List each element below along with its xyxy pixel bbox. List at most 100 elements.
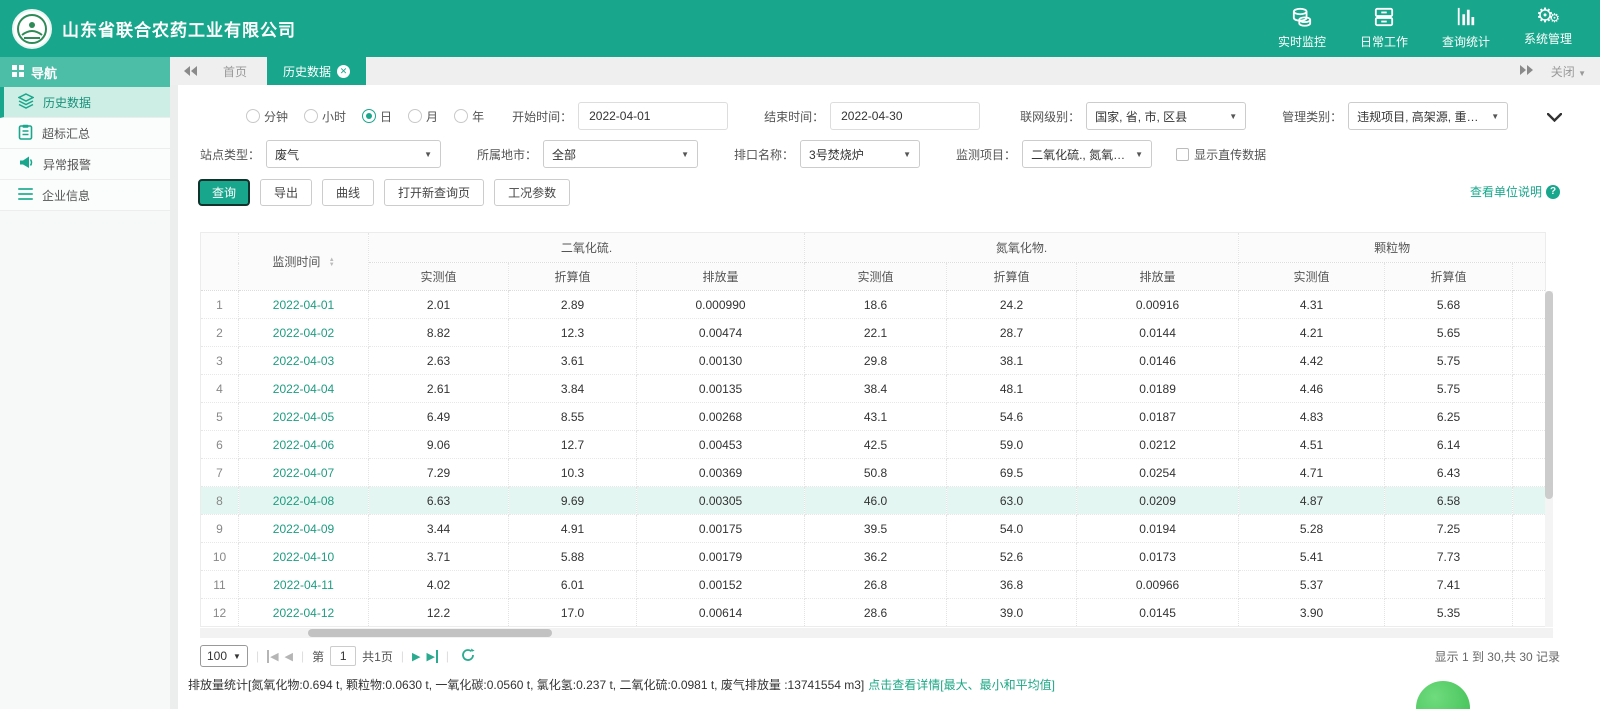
query-button[interactable]: 查询 xyxy=(198,179,250,206)
date-link[interactable]: 2022-04-04 xyxy=(273,382,334,396)
page-number-input[interactable] xyxy=(330,646,356,666)
collapse-filters-icon[interactable] xyxy=(1547,111,1562,125)
date-link[interactable]: 2022-04-09 xyxy=(273,522,334,536)
site-type-select[interactable]: 废气 ▼ xyxy=(266,140,441,168)
page-prefix: 第 xyxy=(312,648,324,665)
radio-minute-label: 分钟 xyxy=(264,108,288,125)
sidebar-item-abnormal-alarm[interactable]: 异常报警 xyxy=(0,149,170,180)
vertical-scrollbar-thumb[interactable] xyxy=(1545,291,1553,499)
date-link[interactable]: 2022-04-07 xyxy=(273,466,334,480)
nox-measured-cell: 18.6 xyxy=(805,291,947,319)
outlet-name-select[interactable]: 3号焚烧炉 ▼ xyxy=(800,140,920,168)
date-link[interactable]: 2022-04-05 xyxy=(273,410,334,424)
col-nox-converted: 折算值 xyxy=(947,263,1077,291)
tabs-scroll-left-icon[interactable] xyxy=(178,66,203,76)
caret-down-icon: ▼ xyxy=(1491,112,1499,121)
vertical-scrollbar[interactable] xyxy=(1545,291,1553,627)
table-row[interactable]: 2 2022-04-02 8.82 12.3 0.00474 22.1 28.7… xyxy=(201,319,1546,347)
manage-type-select[interactable]: 违规项目, 高架源, 重点排... ▼ xyxy=(1348,102,1508,130)
monitor-items-select[interactable]: 二氧化硫., 氮氧化物., 颗粒 ▼ xyxy=(1022,140,1152,168)
table-row[interactable]: 9 2022-04-09 3.44 4.91 0.00175 39.5 54.0… xyxy=(201,515,1546,543)
cut-off-cell xyxy=(1513,403,1546,431)
sidebar-item-exceed-summary[interactable]: 超标汇总 xyxy=(0,118,170,149)
table-row[interactable]: 7 2022-04-07 7.29 10.3 0.00369 50.8 69.5… xyxy=(201,459,1546,487)
next-page-icon[interactable]: ▶ xyxy=(412,650,420,663)
end-date-input[interactable] xyxy=(830,102,980,130)
nav-realtime-monitor[interactable]: 实时监控 xyxy=(1278,7,1326,50)
nox-emission-cell: 0.0173 xyxy=(1077,543,1239,571)
nav-query-stats[interactable]: 查询统计 xyxy=(1442,7,1490,50)
close-tabs-menu[interactable]: 关闭 ▼ xyxy=(1551,63,1586,80)
city-select[interactable]: 全部 ▼ xyxy=(543,140,698,168)
nav-system-manage[interactable]: ⚙⚙ 系统管理 xyxy=(1524,7,1572,50)
radio-year[interactable]: 年 xyxy=(454,108,484,125)
open-new-query-page-button[interactable]: 打开新查询页 xyxy=(384,179,484,206)
radio-day[interactable]: 日 xyxy=(362,108,392,125)
row-number: 7 xyxy=(201,459,239,487)
table-row[interactable]: 8 2022-04-08 6.63 9.69 0.00305 46.0 63.0… xyxy=(201,487,1546,515)
tabs-scroll-right-icon[interactable] xyxy=(1520,64,1533,78)
database-icon xyxy=(1291,7,1313,30)
radio-month[interactable]: 月 xyxy=(408,108,438,125)
table-row[interactable]: 4 2022-04-04 2.61 3.84 0.00135 38.4 48.1… xyxy=(201,375,1546,403)
nox-emission-cell: 0.00966 xyxy=(1077,571,1239,599)
so2-converted-cell: 9.69 xyxy=(509,487,637,515)
pm-converted-cell: 7.73 xyxy=(1385,543,1513,571)
horizontal-scrollbar-thumb[interactable] xyxy=(308,629,552,637)
radio-minute[interactable]: 分钟 xyxy=(246,108,288,125)
sidebar-item-history-data[interactable]: 历史数据 xyxy=(0,87,170,118)
tab-close-icon[interactable]: ✕ xyxy=(337,65,350,78)
start-date-input[interactable] xyxy=(578,102,728,130)
row-number: 10 xyxy=(201,543,239,571)
so2-emission-cell: 0.00369 xyxy=(637,459,805,487)
curve-button[interactable]: 曲线 xyxy=(322,179,374,206)
start-time-label: 开始时间： xyxy=(512,108,572,125)
date-link[interactable]: 2022-04-12 xyxy=(273,606,334,620)
date-link[interactable]: 2022-04-06 xyxy=(273,438,334,452)
export-button[interactable]: 导出 xyxy=(260,179,312,206)
col-monitor-time[interactable]: 监测时间 ▲▼ xyxy=(239,233,369,291)
tab-history-data[interactable]: 历史数据 ✕ xyxy=(267,57,366,85)
first-page-icon[interactable]: ◀ xyxy=(267,650,278,663)
date-link[interactable]: 2022-04-03 xyxy=(273,354,334,368)
refresh-icon[interactable] xyxy=(461,648,475,665)
period-radio-group: 分钟 小时 日 月 年 xyxy=(246,108,484,125)
sidebar-item-abnormal-alarm-label: 异常报警 xyxy=(43,156,91,173)
date-link[interactable]: 2022-04-11 xyxy=(273,578,334,592)
so2-emission-cell: 0.000990 xyxy=(637,291,805,319)
sort-icon[interactable]: ▲▼ xyxy=(329,258,335,268)
toolbar: 查询 导出 曲线 打开新查询页 工况参数 查看单位说明 ? xyxy=(178,171,1600,206)
date-link[interactable]: 2022-04-02 xyxy=(273,326,334,340)
radio-hour[interactable]: 小时 xyxy=(304,108,346,125)
table-row[interactable]: 12 2022-04-12 12.2 17.0 0.00614 28.6 39.… xyxy=(201,599,1546,627)
tab-home[interactable]: 首页 xyxy=(207,57,263,85)
row-number: 8 xyxy=(201,487,239,515)
date-link[interactable]: 2022-04-08 xyxy=(273,494,334,508)
table-row[interactable]: 6 2022-04-06 9.06 12.7 0.00453 42.5 59.0… xyxy=(201,431,1546,459)
last-page-icon[interactable]: ▶ xyxy=(426,650,437,663)
prev-page-icon[interactable]: ◀ xyxy=(285,650,293,663)
nav-daily-work[interactable]: 日常工作 xyxy=(1360,7,1408,50)
unit-help-link[interactable]: 查看单位说明 ? xyxy=(1470,183,1560,200)
table-row[interactable]: 1 2022-04-01 2.01 2.89 0.000990 18.6 24.… xyxy=(201,291,1546,319)
page-size-select[interactable]: 100 ▼ xyxy=(200,645,248,667)
so2-measured-cell: 6.63 xyxy=(369,487,509,515)
network-level-select[interactable]: 国家, 省, 市, 区县 ▼ xyxy=(1086,102,1246,130)
monitor-items-value: 二氧化硫., 氮氧化物., 颗粒 xyxy=(1031,146,1129,163)
sidebar-item-company-info[interactable]: 企业信息 xyxy=(0,180,170,211)
table-row[interactable]: 11 2022-04-11 4.02 6.01 0.00152 26.8 36.… xyxy=(201,571,1546,599)
col-pm-converted: 折算值 xyxy=(1385,263,1513,291)
table-row[interactable]: 5 2022-04-05 6.49 8.55 0.00268 43.1 54.6… xyxy=(201,403,1546,431)
table-row[interactable]: 10 2022-04-10 3.71 5.88 0.00179 36.2 52.… xyxy=(201,543,1546,571)
direct-data-checkbox[interactable]: 显示直传数据 xyxy=(1176,146,1266,163)
date-link[interactable]: 2022-04-01 xyxy=(273,298,334,312)
so2-emission-cell: 0.00268 xyxy=(637,403,805,431)
nox-measured-cell: 26.8 xyxy=(805,571,947,599)
stats-detail-link[interactable]: 点击查看详情[最大、最小和平均值] xyxy=(868,678,1055,692)
date-link[interactable]: 2022-04-10 xyxy=(273,550,334,564)
table-row[interactable]: 3 2022-04-03 2.63 3.61 0.00130 29.8 38.1… xyxy=(201,347,1546,375)
condition-params-button[interactable]: 工况参数 xyxy=(494,179,570,206)
horizontal-scrollbar[interactable] xyxy=(200,628,1553,638)
pm-converted-cell: 6.14 xyxy=(1385,431,1513,459)
server-icon xyxy=(1373,7,1395,30)
